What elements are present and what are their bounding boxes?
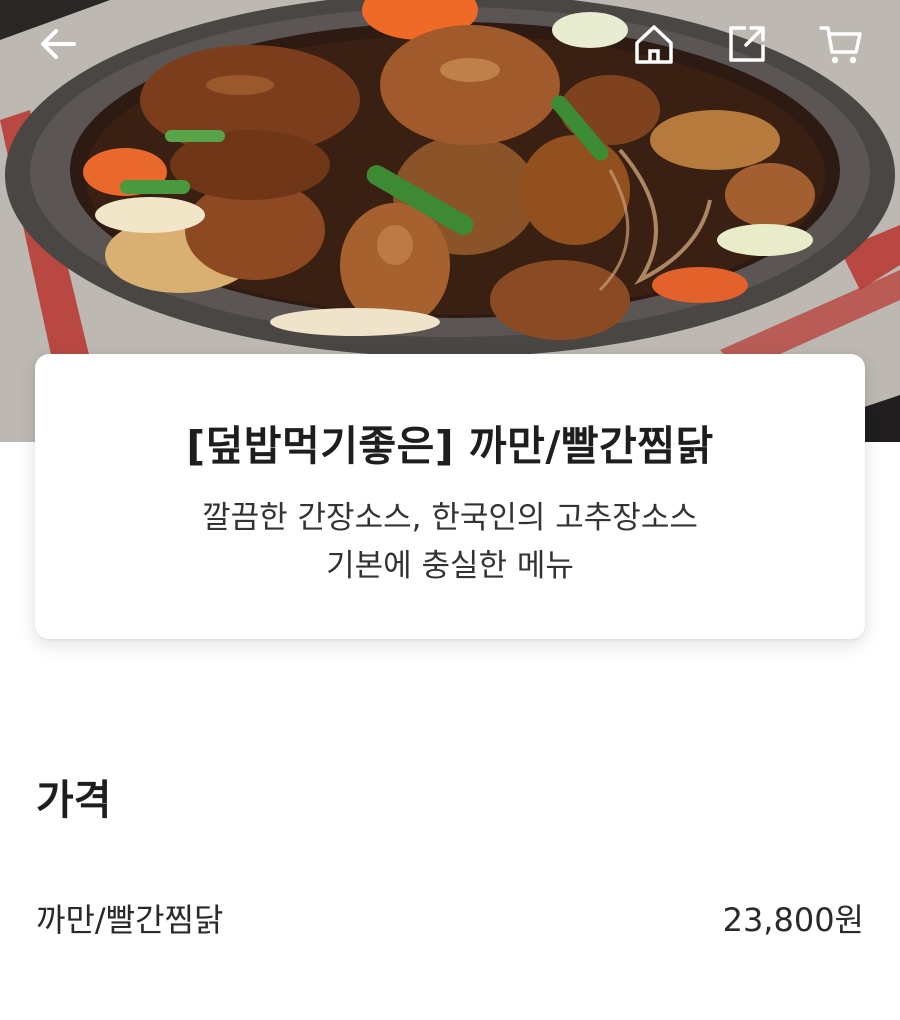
price-section-heading: 가격 [36, 776, 112, 824]
home-icon [635, 25, 673, 64]
cart-button[interactable] [815, 18, 867, 70]
product-info-card: [덮밥먹기좋은] 까만/빨간찜닭 깔끔한 간장소스, 한국인의 고추장소스 기본… [35, 354, 865, 639]
share-button[interactable] [721, 18, 773, 70]
product-description-line-1: 깔끔한 간장소스, 한국인의 고추장소스 [202, 500, 698, 536]
share-icon [729, 26, 765, 62]
price-option-value: 23,800원 [722, 901, 864, 939]
price-option-row[interactable]: 까만/빨간찜닭 23,800원 [36, 893, 864, 943]
home-button[interactable] [628, 18, 680, 70]
price-option-name: 까만/빨간찜닭 [36, 901, 224, 939]
product-description: 깔끔한 간장소스, 한국인의 고추장소스 기본에 충실한 메뉴 [35, 494, 865, 590]
product-description-line-2: 기본에 충실한 메뉴 [326, 548, 574, 584]
product-title: [덮밥먹기좋은] 까만/빨간찜닭 [186, 422, 714, 470]
arrow-left-icon [41, 29, 76, 59]
cart-icon [819, 26, 862, 64]
product-detail-screen: [덮밥먹기좋은] 까만/빨간찜닭 깔끔한 간장소스, 한국인의 고추장소스 기본… [0, 0, 900, 1020]
back-button[interactable] [32, 18, 84, 70]
